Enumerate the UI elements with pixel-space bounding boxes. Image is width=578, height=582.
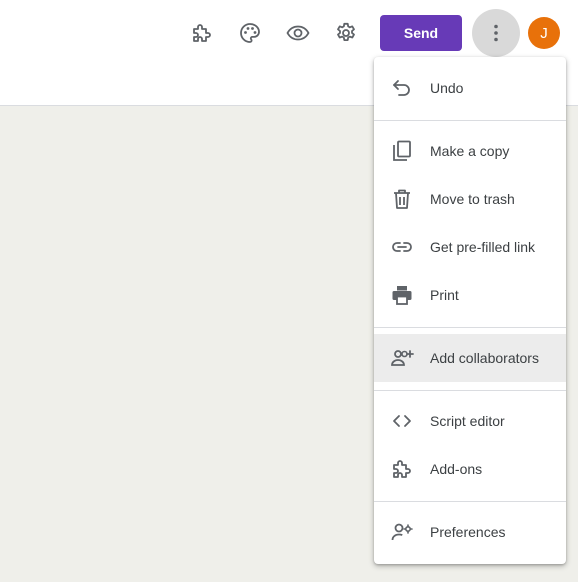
- menu-item-label: Script editor: [430, 413, 505, 429]
- menu-item-label: Preferences: [430, 524, 506, 540]
- eye-icon[interactable]: [282, 17, 314, 49]
- menu-item-print[interactable]: Print: [374, 271, 566, 319]
- send-button[interactable]: Send: [380, 15, 462, 51]
- menu-item-label: Make a copy: [430, 143, 510, 159]
- menu-item-prefilled-link[interactable]: Get pre-filled link: [374, 223, 566, 271]
- menu-item-label: Undo: [430, 80, 464, 96]
- menu-item-addons[interactable]: Add-ons: [374, 445, 566, 493]
- menu-divider: [374, 327, 566, 328]
- menu-item-label: Add collaborators: [430, 350, 539, 366]
- menu-item-label: Move to trash: [430, 191, 515, 207]
- link-icon: [390, 235, 414, 259]
- code-icon: [390, 409, 414, 433]
- menu-divider: [374, 120, 566, 121]
- addon-icon: [390, 457, 414, 481]
- more-vert-icon[interactable]: [472, 9, 520, 57]
- addon-icon[interactable]: [186, 17, 218, 49]
- undo-icon: [390, 76, 414, 100]
- more-options-menu: Undo Make a copy Move to trash Get pre-f…: [374, 57, 566, 564]
- menu-item-add-collaborators[interactable]: Add collaborators: [374, 334, 566, 382]
- menu-item-move-to-trash[interactable]: Move to trash: [374, 175, 566, 223]
- add-people-icon: [390, 346, 414, 370]
- copy-icon: [390, 139, 414, 163]
- palette-icon[interactable]: [234, 17, 266, 49]
- menu-item-label: Get pre-filled link: [430, 239, 536, 255]
- trash-icon: [390, 187, 414, 211]
- gear-icon[interactable]: [330, 17, 362, 49]
- menu-item-preferences[interactable]: Preferences: [374, 508, 566, 556]
- menu-item-undo[interactable]: Undo: [374, 64, 566, 112]
- menu-item-script-editor[interactable]: Script editor: [374, 397, 566, 445]
- menu-divider: [374, 390, 566, 391]
- menu-item-make-copy[interactable]: Make a copy: [374, 127, 566, 175]
- person-settings-icon: [390, 520, 414, 544]
- menu-divider: [374, 501, 566, 502]
- menu-item-label: Add-ons: [430, 461, 483, 477]
- print-icon: [390, 283, 414, 307]
- avatar[interactable]: J: [528, 17, 560, 49]
- menu-item-label: Print: [430, 287, 459, 303]
